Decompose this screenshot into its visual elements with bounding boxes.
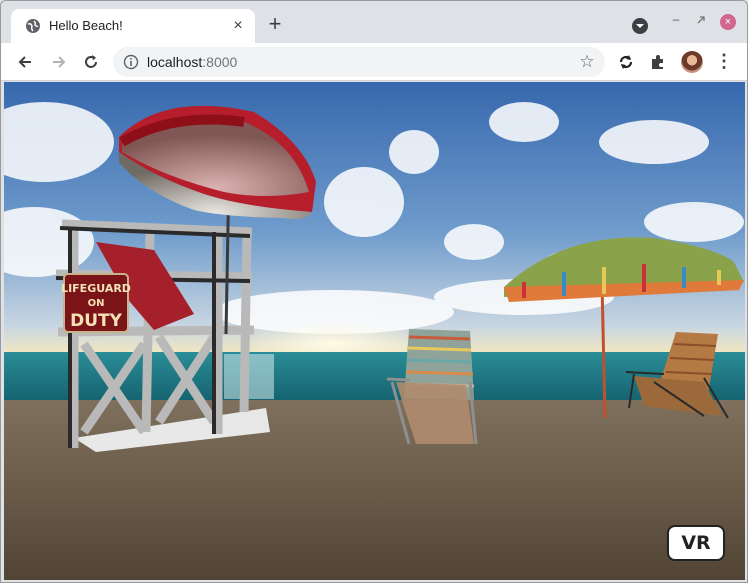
sand [4, 400, 745, 580]
globe-icon [26, 19, 40, 33]
url-text[interactable]: localhost:8000 [147, 54, 237, 70]
sync-extension-icon[interactable] [615, 51, 637, 73]
menu-kebab-icon[interactable]: ⋮ [715, 51, 733, 73]
lifeguard-sign: LIFEGUARD ON DUTY [61, 273, 131, 333]
puzzle-icon [652, 55, 663, 69]
new-tab-button[interactable]: + [263, 13, 287, 37]
arrow-left-icon [18, 56, 31, 68]
address-bar[interactable]: localhost:8000 ☆ [113, 47, 605, 77]
reload-icon [85, 55, 97, 68]
beach-scene: LIFEGUARD ON DUTY [4, 82, 745, 580]
browser-window: Hello Beach! × + – × localhost:8000 ☆ ⋮ … [0, 0, 748, 583]
toolbar: localhost:8000 ☆ ⋮ [1, 43, 747, 81]
profile-avatar[interactable] [681, 51, 703, 73]
minimize-button[interactable]: – [669, 13, 683, 27]
reload-button[interactable] [79, 50, 103, 74]
url-host: localhost [147, 54, 203, 70]
maximize-icon[interactable] [695, 14, 707, 26]
back-button[interactable] [13, 50, 37, 74]
sync-icon [619, 55, 633, 69]
tab-hello-beach[interactable]: Hello Beach! × [11, 9, 255, 43]
bookmark-star-icon[interactable]: ☆ [577, 52, 597, 72]
enter-vr-button[interactable]: VR [667, 525, 725, 561]
tab-close-icon[interactable]: × [229, 17, 247, 35]
forward-button[interactable] [47, 50, 71, 74]
sign-line1: LIFEGUARD [61, 282, 131, 295]
tab-strip: Hello Beach! × + – × [1, 1, 747, 43]
arrow-right-icon [53, 56, 66, 68]
sign-line2: ON [88, 298, 105, 309]
sign-line3: DUTY [70, 311, 123, 331]
extensions-puzzle-icon[interactable] [647, 51, 669, 73]
window-close-button[interactable]: × [720, 14, 736, 30]
tab-title: Hello Beach! [49, 18, 123, 33]
webxr-canvas[interactable]: LIFEGUARD ON DUTY VR [4, 82, 745, 580]
url-port: :8000 [202, 54, 238, 70]
info-icon[interactable] [123, 54, 139, 70]
tab-search-icon[interactable] [632, 18, 648, 34]
